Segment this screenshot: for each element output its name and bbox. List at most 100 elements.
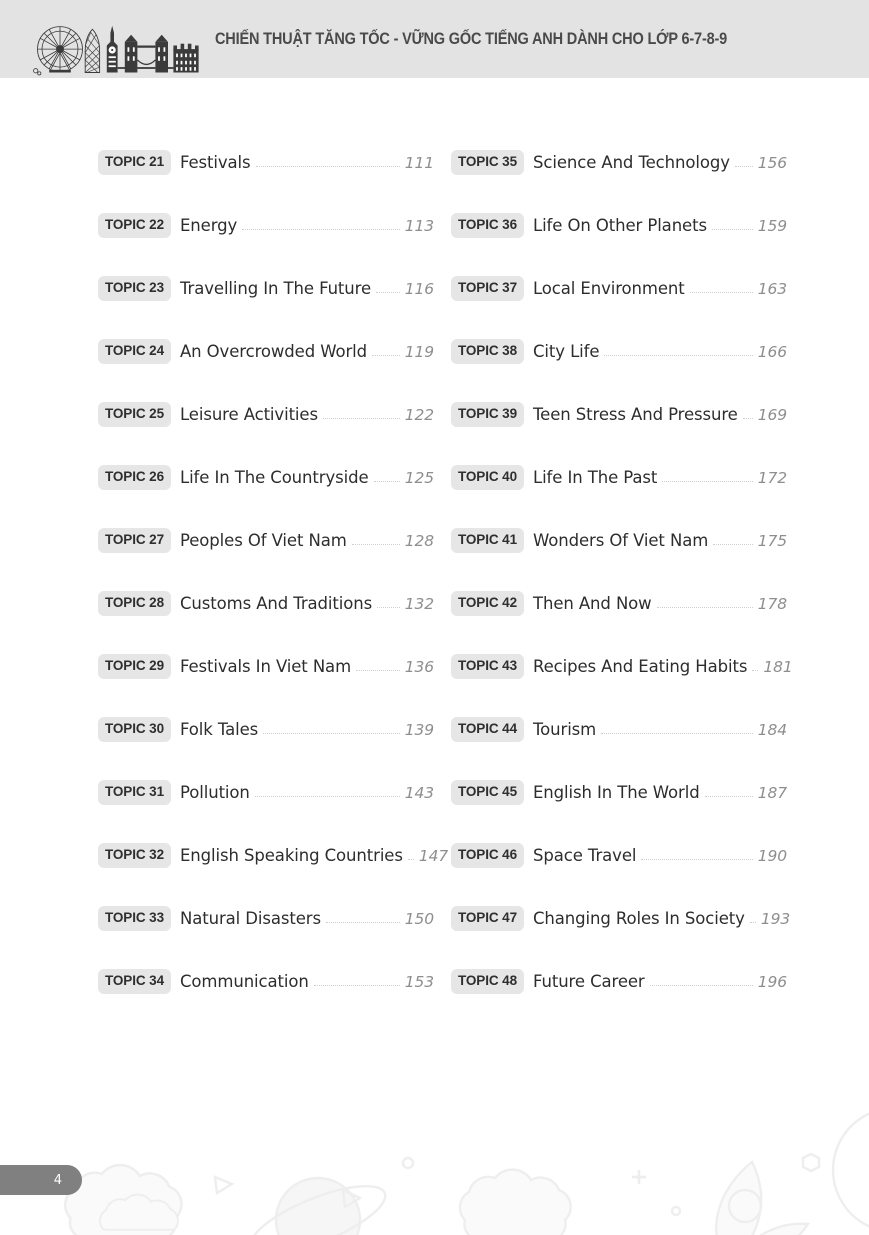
- topic-title: Folk Tales: [179, 720, 259, 739]
- topic-title: Space Travel: [532, 846, 637, 865]
- topic-title: Peoples Of Viet Nam: [179, 531, 347, 550]
- dotted-leader: [656, 596, 753, 612]
- footer-page-number: 4: [0, 1165, 82, 1195]
- planet-with-rings-icon: [249, 1176, 387, 1235]
- rocket-icon: [715, 1160, 811, 1235]
- toc-entry[interactable]: TOPIC 31 Pollution 143: [98, 761, 434, 824]
- toc-entry[interactable]: TOPIC 27 Peoples Of Viet Nam 128: [98, 509, 434, 572]
- topic-badge: TOPIC 39: [451, 402, 524, 427]
- topic-badge: TOPIC 33: [98, 906, 171, 931]
- topic-page-number: 175: [757, 531, 787, 550]
- dotted-leader: [601, 722, 753, 738]
- topic-title: Then And Now: [532, 594, 652, 613]
- topic-badge: TOPIC 27: [98, 528, 171, 553]
- topic-title: Life In The Past: [532, 468, 658, 487]
- toc-entry[interactable]: TOPIC 46 Space Travel 190: [451, 824, 787, 887]
- topic-badge: TOPIC 31: [98, 780, 171, 805]
- topic-page-number: 128: [404, 531, 434, 550]
- toc-entry[interactable]: TOPIC 44 Tourism 184: [451, 698, 787, 761]
- toc-entry[interactable]: TOPIC 41 Wonders Of Viet Nam 175: [451, 509, 787, 572]
- circle-icon: [670, 1205, 682, 1217]
- toc-entry[interactable]: TOPIC 22 Energy 113: [98, 194, 434, 257]
- toc-entry[interactable]: TOPIC 48 Future Career 196: [451, 950, 787, 1013]
- toc-entry[interactable]: TOPIC 45 English In The World 187: [451, 761, 787, 824]
- toc-entry[interactable]: TOPIC 42 Then And Now 178: [451, 572, 787, 635]
- circle-icon: [401, 1156, 415, 1170]
- toc-column-left: TOPIC 21 Festivals 111 TOPIC 22 Energy 113 TOP…: [98, 131, 448, 1013]
- dotted-leader: [711, 218, 753, 234]
- topic-page-number: 193: [760, 909, 791, 928]
- topic-title: City Life: [532, 342, 600, 361]
- topic-title: An Overcrowded World: [179, 342, 368, 361]
- topic-badge: TOPIC 35: [451, 150, 524, 175]
- toc-entry[interactable]: TOPIC 43 Recipes And Eating Habits 181: [451, 635, 793, 698]
- topic-title: Festivals In Viet Nam: [179, 657, 352, 676]
- topic-badge: TOPIC 44: [451, 717, 524, 742]
- topic-title: Recipes And Eating Habits: [532, 657, 748, 676]
- toc-entry[interactable]: TOPIC 23 Travelling In The Future 116: [98, 257, 434, 320]
- dotted-leader: [604, 344, 753, 360]
- dotted-leader: [254, 785, 400, 801]
- dotted-leader: [351, 533, 400, 549]
- toc-entry[interactable]: TOPIC 36 Life On Other Planets 159: [451, 194, 787, 257]
- topic-badge: TOPIC 30: [98, 717, 171, 742]
- topic-page-number: 159: [757, 216, 787, 235]
- topic-page-number: 178: [757, 594, 787, 613]
- toc-entry[interactable]: TOPIC 33 Natural Disasters 150: [98, 887, 434, 950]
- cloud-icon: [64, 1163, 183, 1235]
- toc-entry[interactable]: TOPIC 24 An Overcrowded World 119: [98, 320, 434, 383]
- topic-page-number: 136: [404, 657, 434, 676]
- topic-page-number: 184: [757, 720, 787, 739]
- topic-title: Changing Roles In Society: [532, 909, 745, 928]
- topic-badge: TOPIC 32: [98, 843, 171, 868]
- topic-page-number: 119: [404, 342, 434, 361]
- topic-page-number: 147: [418, 846, 449, 865]
- page-root: CHIẾN THUẬT TĂNG TỐC - VỮNG GỐC TIẾNG AN…: [0, 0, 869, 1235]
- topic-title: Natural Disasters: [179, 909, 321, 928]
- hexagon-icon: [801, 1152, 821, 1173]
- toc-entry[interactable]: TOPIC 38 City Life 166: [451, 320, 787, 383]
- dotted-leader: [407, 848, 414, 864]
- toc-entry[interactable]: TOPIC 34 Communication 153: [98, 950, 434, 1013]
- toc-entry[interactable]: TOPIC 47 Changing Roles In Society 193: [451, 887, 791, 950]
- toc-entry[interactable]: TOPIC 29 Festivals In Viet Nam 136: [98, 635, 434, 698]
- toc-entry[interactable]: TOPIC 26 Life In The Countryside 125: [98, 446, 434, 509]
- toc-entry[interactable]: TOPIC 40 Life In The Past 172: [451, 446, 787, 509]
- topic-title: Wonders Of Viet Nam: [532, 531, 709, 550]
- dotted-leader: [704, 785, 753, 801]
- topic-title: Festivals: [179, 153, 251, 172]
- topic-badge: TOPIC 43: [451, 654, 524, 679]
- cloud-icon: [99, 1193, 179, 1231]
- topic-title: Future Career: [532, 972, 645, 991]
- topic-badge: TOPIC 48: [451, 969, 524, 994]
- topic-page-number: 125: [404, 468, 434, 487]
- dotted-leader: [689, 281, 753, 297]
- triangle-icon: [213, 1175, 235, 1195]
- toc-entry[interactable]: TOPIC 25 Leisure Activities 122: [98, 383, 434, 446]
- dotted-leader: [373, 470, 400, 486]
- topic-badge: TOPIC 45: [451, 780, 524, 805]
- topic-badge: TOPIC 22: [98, 213, 171, 238]
- triangle-icon: [341, 1187, 363, 1209]
- dotted-leader: [662, 470, 753, 486]
- toc-entry[interactable]: TOPIC 35 Science And Technology 156: [451, 131, 787, 194]
- toc-entry[interactable]: TOPIC 39 Teen Stress And Pressure 169: [451, 383, 787, 446]
- topic-page-number: 139: [404, 720, 434, 739]
- topic-badge: TOPIC 34: [98, 969, 171, 994]
- large-circle-icon: [831, 1112, 869, 1228]
- toc-entry[interactable]: TOPIC 30 Folk Tales 139: [98, 698, 434, 761]
- toc-entry[interactable]: TOPIC 21 Festivals 111: [98, 131, 434, 194]
- toc-entry[interactable]: TOPIC 37 Local Environment 163: [451, 257, 787, 320]
- dotted-leader: [749, 911, 756, 927]
- topic-title: Leisure Activities: [179, 405, 318, 424]
- dotted-leader: [356, 659, 400, 675]
- topic-page-number: 156: [757, 153, 787, 172]
- dotted-leader: [713, 533, 753, 549]
- topic-page-number: 116: [404, 279, 434, 298]
- dotted-leader: [641, 848, 753, 864]
- topic-badge: TOPIC 38: [451, 339, 524, 364]
- toc-entry[interactable]: TOPIC 32 English Speaking Countries 147: [98, 824, 448, 887]
- toc-column-right: TOPIC 35 Science And Technology 156 TOPIC 3…: [451, 131, 793, 1013]
- toc-entry[interactable]: TOPIC 28 Customs And Traditions 132: [98, 572, 434, 635]
- cloud-icon: [458, 1168, 572, 1235]
